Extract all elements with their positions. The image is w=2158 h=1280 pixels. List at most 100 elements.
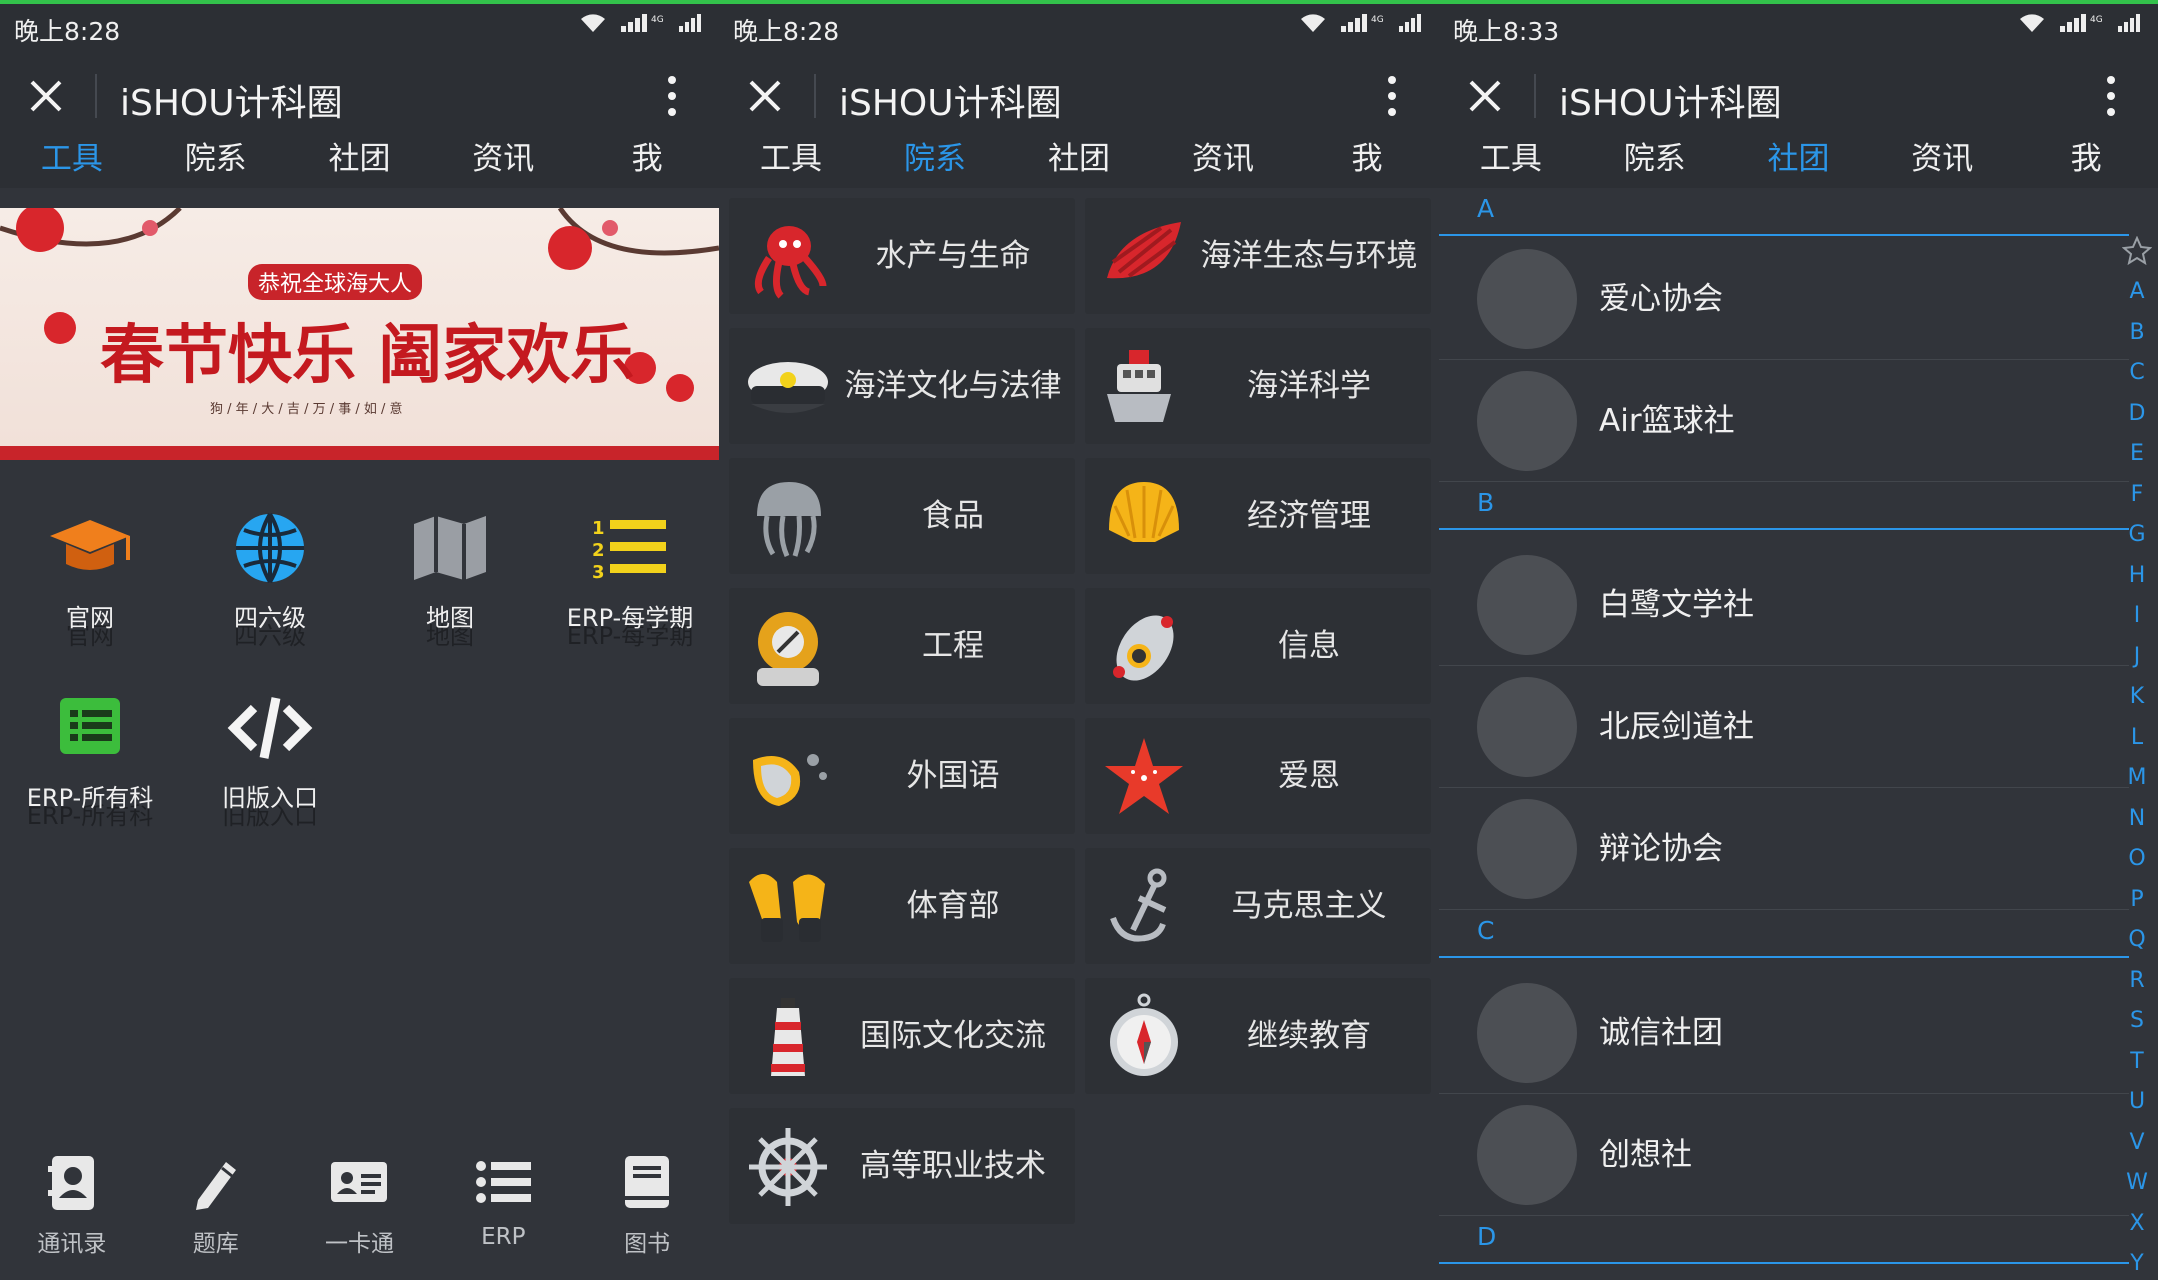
tab-clubs[interactable]: 社团 bbox=[1727, 130, 1871, 188]
department-card[interactable]: 国际文化交流 bbox=[729, 978, 1075, 1094]
tab-departments[interactable]: 院系 bbox=[1583, 130, 1727, 188]
bottom-nav-contacts[interactable]: 通讯录 bbox=[0, 1130, 144, 1280]
index-letter[interactable]: M bbox=[2122, 758, 2152, 799]
star-icon[interactable] bbox=[2122, 236, 2152, 266]
tab-tools[interactable]: 工具 bbox=[719, 130, 863, 188]
index-letter[interactable]: H bbox=[2122, 556, 2152, 597]
tab-news[interactable]: 资讯 bbox=[431, 130, 575, 188]
index-letter[interactable]: N bbox=[2122, 799, 2152, 840]
starfish-icon bbox=[1105, 738, 1183, 814]
tab-tools[interactable]: 工具 bbox=[1439, 130, 1583, 188]
tool-map[interactable]: 地图 bbox=[360, 510, 540, 633]
department-card[interactable]: 经济管理 bbox=[1085, 458, 1431, 574]
avatar bbox=[1477, 983, 1577, 1083]
section-header-b: B bbox=[1439, 482, 2129, 530]
tool-erp-all[interactable]: ERP-所有科 bbox=[0, 690, 180, 813]
bottom-nav-erp[interactable]: ERP bbox=[431, 1130, 575, 1280]
department-card[interactable]: 海洋生态与环境 bbox=[1085, 198, 1431, 314]
department-card[interactable]: 外国语 bbox=[729, 718, 1075, 834]
department-card[interactable]: 继续教育 bbox=[1085, 978, 1431, 1094]
club-item[interactable]: 北辰剑道社 bbox=[1439, 666, 2129, 788]
index-letter[interactable]: K bbox=[2122, 677, 2152, 718]
flippers-icon bbox=[749, 874, 825, 942]
index-letter[interactable]: T bbox=[2122, 1042, 2152, 1083]
tab-tools[interactable]: 工具 bbox=[0, 130, 144, 188]
tab-clubs[interactable]: 社团 bbox=[288, 130, 432, 188]
department-card[interactable]: 爱恩 bbox=[1085, 718, 1431, 834]
club-item[interactable]: 白鹭文学社 bbox=[1439, 544, 2129, 666]
alphabet-index[interactable]: ABCDEFGHIJKLMNOPQRSTUVWXY bbox=[2122, 272, 2152, 1280]
svg-text:4G: 4G bbox=[651, 15, 664, 25]
festival-banner[interactable]: 恭祝全球海大人 春节快乐 阖家欢乐 狗 / 年 / 大 / 吉 / 万 / 事 … bbox=[0, 208, 719, 460]
index-letter[interactable]: W bbox=[2122, 1163, 2152, 1204]
tab-me[interactable]: 我 bbox=[1295, 130, 1439, 188]
tool-cet[interactable]: 四六级 bbox=[180, 510, 360, 633]
index-letter[interactable]: V bbox=[2122, 1123, 2152, 1164]
department-label: 海洋科学 bbox=[1247, 368, 1371, 404]
index-letter[interactable]: D bbox=[2122, 394, 2152, 435]
department-card[interactable]: 高等职业技术 bbox=[729, 1108, 1075, 1224]
tool-official-site[interactable]: 官网 bbox=[0, 510, 180, 633]
department-card[interactable]: 工程 bbox=[729, 588, 1075, 704]
index-letter[interactable]: P bbox=[2122, 880, 2152, 921]
index-letter[interactable]: Q bbox=[2122, 920, 2152, 961]
department-card[interactable]: 海洋文化与法律 bbox=[729, 328, 1075, 444]
bottom-nav-campus-card[interactable]: 一卡通 bbox=[288, 1130, 432, 1280]
index-letter[interactable]: J bbox=[2122, 637, 2152, 678]
department-card[interactable]: 海洋科学 bbox=[1085, 328, 1431, 444]
club-item[interactable]: 创想社 bbox=[1439, 1094, 2129, 1216]
tab-news[interactable]: 资讯 bbox=[1870, 130, 2014, 188]
index-letter[interactable]: O bbox=[2122, 839, 2152, 880]
wifi-icon bbox=[581, 14, 605, 32]
more-menu-icon[interactable] bbox=[667, 74, 677, 118]
department-card[interactable]: 食品 bbox=[729, 458, 1075, 574]
club-name: 辩论协会 bbox=[1599, 831, 1723, 867]
club-item[interactable]: 爱心协会 bbox=[1439, 238, 2129, 360]
close-icon[interactable] bbox=[26, 76, 66, 116]
index-letter[interactable]: B bbox=[2122, 313, 2152, 354]
department-card[interactable]: 马克思主义 bbox=[1085, 848, 1431, 964]
tab-departments[interactable]: 院系 bbox=[144, 130, 288, 188]
index-letter[interactable]: L bbox=[2122, 718, 2152, 759]
index-letter[interactable]: G bbox=[2122, 515, 2152, 556]
book-icon bbox=[625, 1156, 670, 1208]
department-card[interactable]: 信息 bbox=[1085, 588, 1431, 704]
tab-me[interactable]: 我 bbox=[575, 130, 719, 188]
more-menu-icon[interactable] bbox=[1387, 74, 1397, 118]
tab-clubs[interactable]: 社团 bbox=[1007, 130, 1151, 188]
tab-me[interactable]: 我 bbox=[2014, 130, 2158, 188]
index-letter[interactable]: A bbox=[2122, 272, 2152, 313]
status-time: 晚上8:28 bbox=[733, 17, 840, 46]
index-letter[interactable]: C bbox=[2122, 353, 2152, 394]
club-item[interactable]: 诚信社团 bbox=[1439, 972, 2129, 1094]
department-label: 国际文化交流 bbox=[860, 1018, 1046, 1054]
bottom-nav-question-bank[interactable]: 题库 bbox=[144, 1130, 288, 1280]
index-letter[interactable]: U bbox=[2122, 1082, 2152, 1123]
more-menu-icon[interactable] bbox=[2106, 74, 2116, 118]
department-label: 工程 bbox=[922, 628, 984, 664]
tab-news[interactable]: 资讯 bbox=[1151, 130, 1295, 188]
tab-departments[interactable]: 院系 bbox=[863, 130, 1007, 188]
index-letter[interactable]: F bbox=[2122, 475, 2152, 516]
tab-bar: 工具 院系 社团 资讯 我 bbox=[1439, 130, 2158, 188]
index-letter[interactable]: E bbox=[2122, 434, 2152, 475]
club-item[interactable]: 辩论协会 bbox=[1439, 788, 2129, 910]
club-item[interactable]: Air篮球社 bbox=[1439, 360, 2129, 482]
ship-icon bbox=[1107, 350, 1171, 422]
department-card[interactable]: 体育部 bbox=[729, 848, 1075, 964]
close-icon[interactable] bbox=[1465, 76, 1505, 116]
index-letter[interactable]: Y bbox=[2122, 1244, 2152, 1280]
index-letter[interactable]: R bbox=[2122, 961, 2152, 1002]
close-icon[interactable] bbox=[745, 76, 785, 116]
bottom-nav-library[interactable]: 图书 bbox=[575, 1130, 719, 1280]
tool-legacy-entry[interactable]: 旧版入口 bbox=[180, 690, 360, 813]
department-label: 外国语 bbox=[906, 758, 1000, 794]
submarine-icon bbox=[1113, 615, 1174, 681]
index-letter[interactable]: X bbox=[2122, 1204, 2152, 1245]
banner-small-text: 狗 / 年 / 大 / 吉 / 万 / 事 / 如 / 意 bbox=[210, 402, 403, 417]
department-card[interactable]: 水产与生命 bbox=[729, 198, 1075, 314]
tool-erp-semester[interactable]: 123 ERP-每学期 bbox=[540, 510, 719, 633]
status-bar: 晚上8:28 4G bbox=[719, 0, 1439, 46]
index-letter[interactable]: I bbox=[2122, 596, 2152, 637]
index-letter[interactable]: S bbox=[2122, 1001, 2152, 1042]
